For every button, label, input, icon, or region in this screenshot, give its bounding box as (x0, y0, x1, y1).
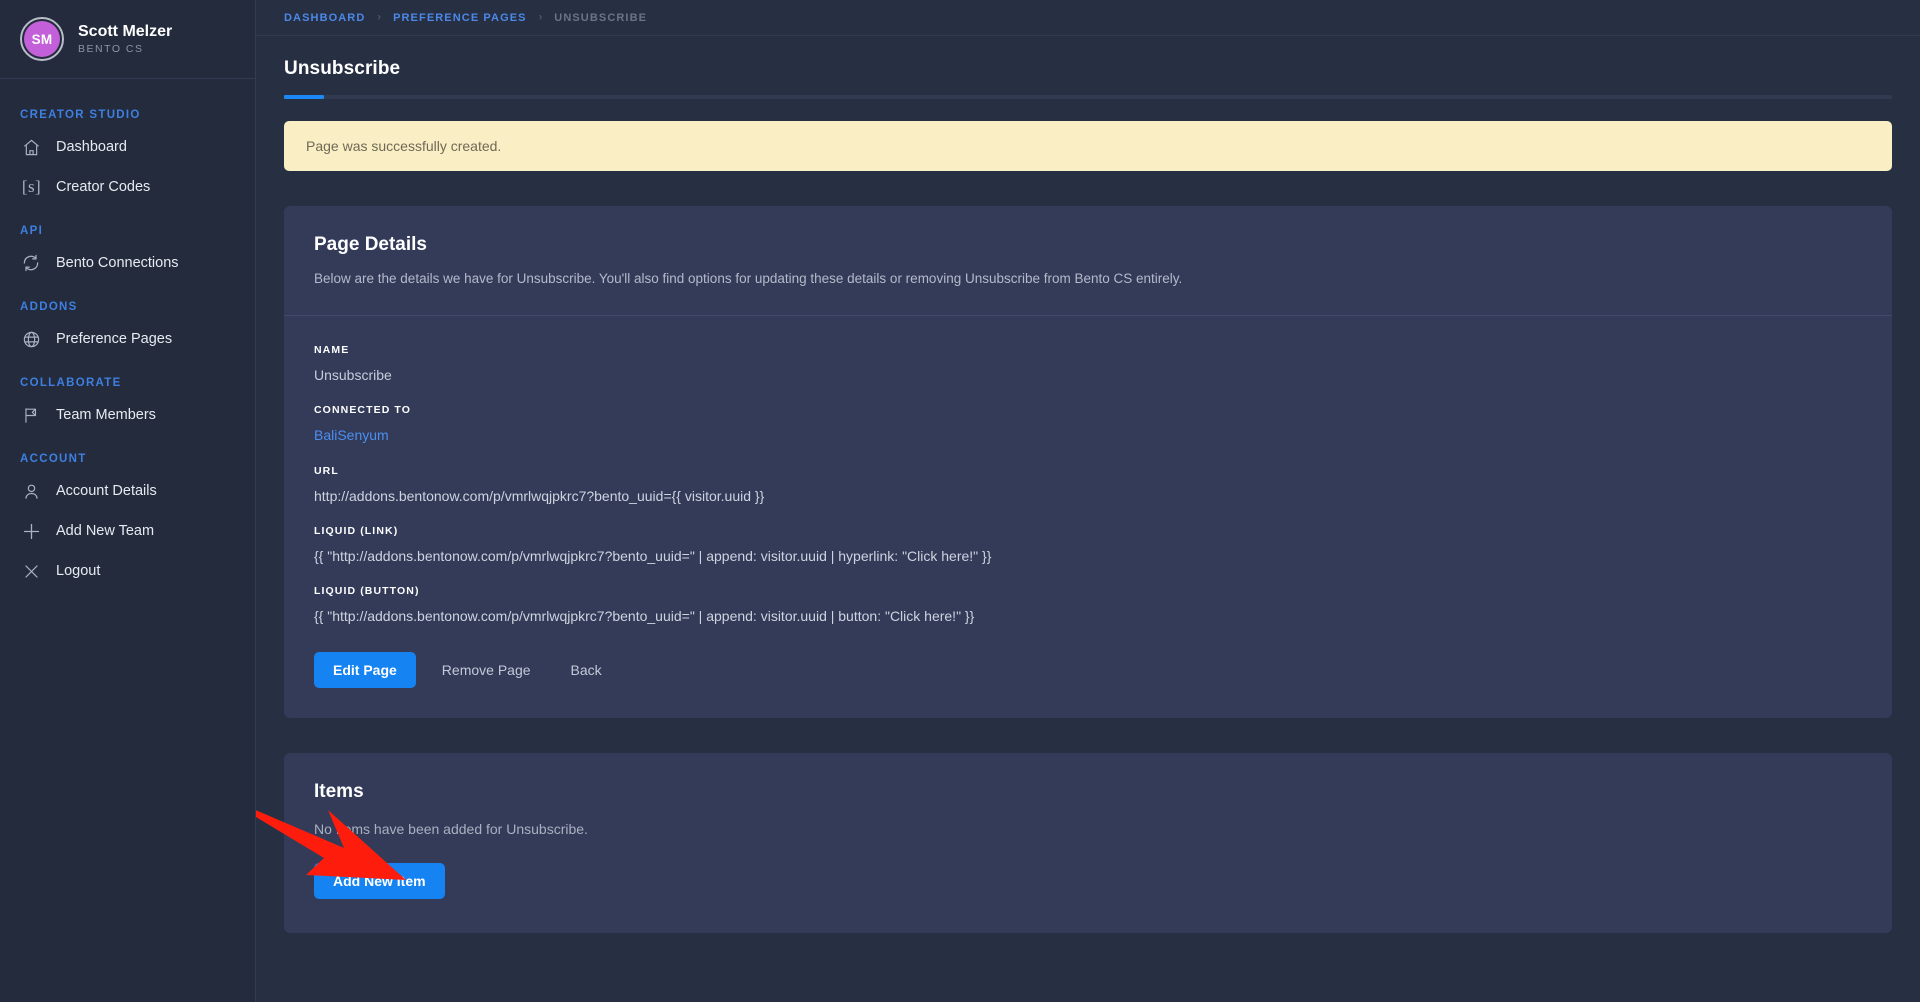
user-org: BENTO CS (78, 43, 144, 56)
field-liquid-link: LIQUID (LINK) {{ "http://addons.bentonow… (314, 525, 1862, 565)
sidebar-item-team-members[interactable]: Team Members (0, 397, 255, 433)
main-content: DASHBOARD › PREFERENCE PAGES › UNSUBSCRI… (256, 0, 1920, 1002)
items-card: Items No Items have been added for Unsub… (284, 752, 1892, 933)
page-title-wrap: Unsubscribe (256, 36, 1920, 99)
sidebar-item-preference-pages[interactable]: Preference Pages (0, 321, 255, 357)
chevron-right-icon: › (538, 11, 543, 23)
person-icon (20, 480, 42, 502)
add-new-item-button[interactable]: Add New Item (314, 862, 445, 899)
code-brackets-icon: [ s ] (21, 177, 41, 196)
sidebar-item-label: Preference Pages (56, 330, 173, 347)
field-value: Unsubscribe (314, 366, 392, 383)
nav-section-collaborate: COLLABORATE (20, 377, 122, 389)
page-details-title: Page Details (314, 234, 427, 255)
nav-section-account: ACCOUNT (20, 453, 87, 465)
field-liquid-button: LIQUID (BUTTON) {{ "http://addons.benton… (314, 585, 1862, 625)
breadcrumb-item-current: UNSUBSCRIBE (554, 11, 648, 24)
field-label: LIQUID (LINK) (314, 525, 399, 538)
sidebar-user-header[interactable]: SM Scott Melzer BENTO CS (0, 0, 255, 79)
field-url: URL http://addons.bentonow.com/p/vmrlwqj… (314, 465, 1862, 505)
sidebar-item-dashboard[interactable]: Dashboard (0, 129, 255, 165)
sidebar-item-label: Dashboard (56, 138, 127, 155)
items-empty-message: No Items have been added for Unsubscribe… (314, 820, 588, 837)
sidebar-item-add-new-team[interactable]: Add New Team (0, 513, 255, 549)
page-details-body: NAME Unsubscribe CONNECTED TO BaliSenyum… (284, 316, 1892, 718)
sidebar-nav: CREATOR STUDIO Dashboard [ s ] Creator C… (0, 79, 255, 1002)
user-info: Scott Melzer BENTO CS (78, 23, 172, 55)
field-value: http://addons.bentonow.com/p/vmrlwqjpkrc… (314, 488, 765, 505)
page-details-card: Page Details Below are the details we ha… (284, 206, 1892, 718)
page-details-actions: Edit Page Remove Page Back (314, 651, 1862, 688)
refresh-sync-icon (20, 252, 42, 274)
field-label: LIQUID (BUTTON) (314, 585, 420, 598)
field-name: NAME Unsubscribe (314, 344, 1862, 384)
remove-page-button[interactable]: Remove Page (428, 652, 545, 688)
close-x-icon (20, 560, 42, 582)
globe-icon (20, 328, 42, 350)
field-value: {{ "http://addons.bentonow.com/p/vmrlwqj… (314, 548, 992, 565)
chevron-right-icon: › (377, 11, 382, 23)
page-title: Unsubscribe (284, 58, 401, 79)
field-label: URL (314, 465, 339, 478)
breadcrumb: DASHBOARD › PREFERENCE PAGES › UNSUBSCRI… (256, 0, 1920, 36)
sidebar-item-bento-connections[interactable]: Bento Connections (0, 245, 255, 281)
sidebar-item-label: Account Details (56, 482, 157, 499)
home-icon (20, 136, 42, 158)
field-connected-to: CONNECTED TO BaliSenyum (314, 404, 1862, 445)
sidebar-item-logout[interactable]: Logout (0, 553, 255, 589)
field-value: {{ "http://addons.bentonow.com/p/vmrlwqj… (314, 608, 975, 625)
plus-icon (20, 520, 42, 542)
breadcrumb-item-preference-pages[interactable]: PREFERENCE PAGES (393, 12, 527, 24)
items-title: Items (314, 780, 364, 802)
nav-section-addons: ADDONS (20, 301, 78, 313)
sidebar: SM Scott Melzer BENTO CS CREATOR STUDIO … (0, 0, 256, 1002)
alert-message: Page was successfully created. (306, 138, 502, 154)
field-label: NAME (314, 343, 350, 356)
title-underline (284, 95, 1892, 99)
avatar-initials: SM (24, 21, 60, 57)
nav-section-creator-studio: CREATOR STUDIO (20, 109, 141, 121)
page-details-header: Page Details Below are the details we ha… (284, 206, 1892, 316)
sidebar-item-label: Creator Codes (56, 178, 151, 195)
avatar: SM (20, 17, 64, 61)
back-button[interactable]: Back (557, 652, 616, 688)
flag-icon (20, 404, 42, 426)
sidebar-item-creator-codes[interactable]: [ s ] Creator Codes (0, 169, 255, 205)
success-alert: Page was successfully created. (284, 121, 1892, 171)
sidebar-item-account-details[interactable]: Account Details (0, 473, 255, 509)
sidebar-item-label: Add New Team (56, 522, 155, 539)
sidebar-item-label: Logout (56, 562, 101, 579)
nav-section-api: API (20, 225, 44, 237)
user-name: Scott Melzer (78, 22, 173, 40)
field-label: CONNECTED TO (314, 404, 412, 417)
page-details-description: Below are the details we have for Unsubs… (314, 271, 1183, 286)
sidebar-item-label: Bento Connections (56, 254, 179, 271)
items-card-inner: Items No Items have been added for Unsub… (284, 753, 1892, 933)
sidebar-item-label: Team Members (56, 406, 156, 423)
breadcrumb-item-dashboard[interactable]: DASHBOARD (284, 12, 365, 24)
edit-page-button[interactable]: Edit Page (314, 651, 416, 688)
connected-to-link[interactable]: BaliSenyum (314, 427, 389, 443)
